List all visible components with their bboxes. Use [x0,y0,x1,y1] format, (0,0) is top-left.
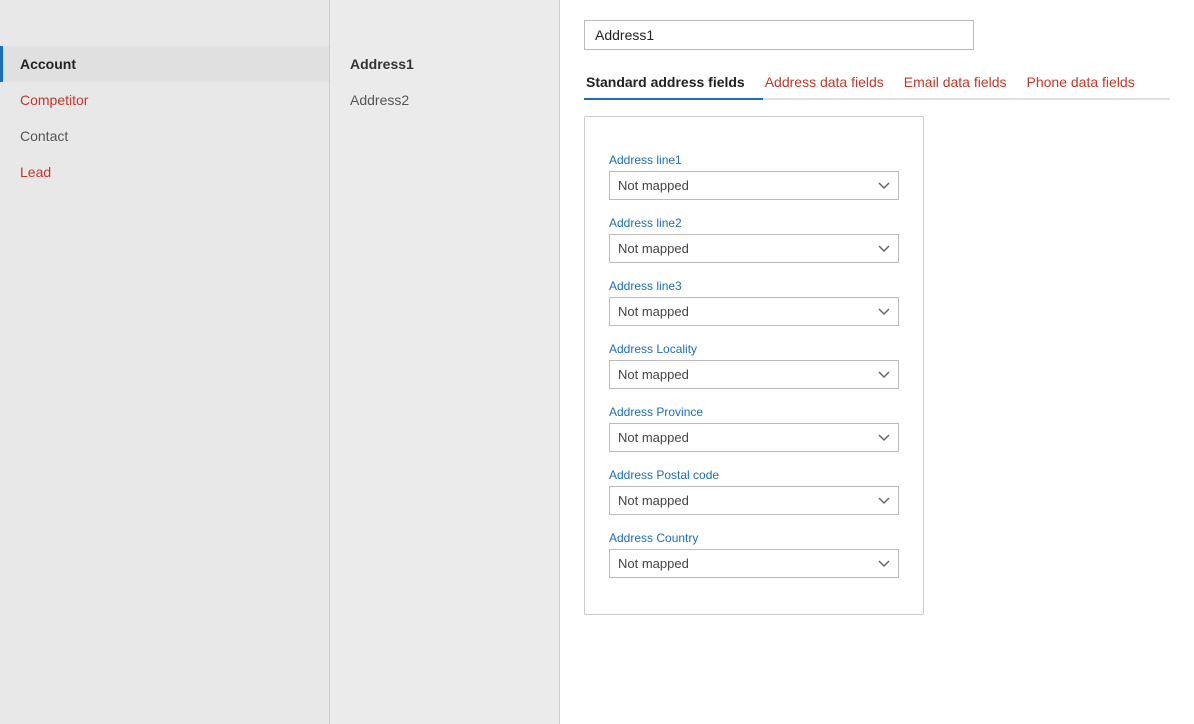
tabs-row: Standard address fieldsAddress data fiel… [584,66,1170,100]
field-select-address-line1[interactable]: Not mapped [609,171,899,200]
field-label-address-line3: Address line3 [609,279,899,293]
tab-standard-address-fields[interactable]: Standard address fields [584,66,763,100]
field-label-address-line1: Address line1 [609,153,899,167]
field-label-address-province: Address Province [609,405,899,419]
mappings-panel: Address1Address2 [330,0,560,724]
field-group-address-line3: Address line3 Not mapped [609,279,899,326]
field-label-address-locality: Address Locality [609,342,899,356]
field-select-address-locality[interactable]: Not mapped [609,360,899,389]
mappings-header [330,0,559,22]
address-card: Address line1 Not mapped Address line2 Not … [584,116,924,615]
field-label-address-postal-code: Address Postal code [609,468,899,482]
entity-item-account[interactable]: Account [0,46,329,82]
field-group-address-line2: Address line2 Not mapped [609,216,899,263]
field-group-address-country: Address Country Not mapped [609,531,899,578]
tab-phone-data-fields[interactable]: Phone data fields [1025,66,1153,100]
field-select-address-country[interactable]: Not mapped [609,549,899,578]
entity-item-contact[interactable]: Contact [0,118,329,154]
field-label-address-country: Address Country [609,531,899,545]
field-select-address-postal-code[interactable]: Not mapped [609,486,899,515]
entities-list: AccountCompetitorContactLead [0,22,329,190]
field-select-address-line3[interactable]: Not mapped [609,297,899,326]
field-select-address-province[interactable]: Not mapped [609,423,899,452]
tab-email-data-fields[interactable]: Email data fields [902,66,1025,100]
field-select-address-line2[interactable]: Not mapped [609,234,899,263]
entities-header [0,0,329,22]
field-group-address-postal-code: Address Postal code Not mapped [609,468,899,515]
entity-item-competitor[interactable]: Competitor [0,82,329,118]
detail-panel: Standard address fieldsAddress data fiel… [560,0,1194,724]
entities-panel: AccountCompetitorContactLead [0,0,330,724]
mapping-item-address2[interactable]: Address2 [330,82,559,118]
entity-item-lead[interactable]: Lead [0,154,329,190]
name-section [584,16,1170,50]
tab-address-data-fields[interactable]: Address data fields [763,66,902,100]
field-group-address-line1: Address line1 Not mapped [609,153,899,200]
field-label-address-line2: Address line2 [609,216,899,230]
mapping-item-address1[interactable]: Address1 [330,46,559,82]
field-group-address-locality: Address Locality Not mapped [609,342,899,389]
name-input[interactable] [584,20,974,50]
field-group-address-province: Address Province Not mapped [609,405,899,452]
